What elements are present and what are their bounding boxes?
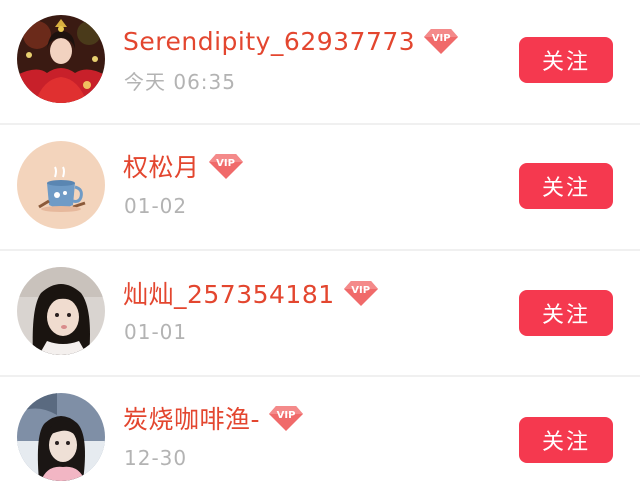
follower-list: Serendipity_62937773 VIP 今天 06:35 关注 权松月… (0, 0, 640, 494)
avatar[interactable] (17, 141, 105, 229)
follow-time: 12-30 (124, 446, 188, 470)
name-line: 炭烧咖啡渔- VIP (123, 400, 304, 436)
user-name[interactable]: 炭烧咖啡渔- (123, 400, 260, 436)
name-line: 灿灿_257354181 VIP (123, 275, 379, 311)
vip-badge-label: VIP (216, 158, 235, 169)
follow-button[interactable]: 关注 (519, 37, 613, 83)
user-name[interactable]: 灿灿_257354181 (123, 275, 335, 311)
follow-button[interactable]: 关注 (519, 163, 613, 209)
list-item[interactable]: Serendipity_62937773 VIP 今天 06:35 关注 (0, 0, 640, 124)
vip-badge: VIP (423, 26, 459, 56)
follow-time: 01-02 (124, 194, 188, 218)
vip-badge: VIP (208, 151, 244, 181)
follow-time: 今天 06:35 (124, 70, 236, 94)
list-item[interactable]: 炭烧咖啡渔- VIP 12-30 关注 (0, 376, 640, 494)
list-item[interactable]: 灿灿_257354181 VIP 01-01 关注 (0, 250, 640, 376)
user-name[interactable]: Serendipity_62937773 (123, 27, 415, 56)
user-name[interactable]: 权松月 (123, 148, 200, 184)
vip-badge-label: VIP (431, 33, 451, 44)
follow-time: 01-01 (124, 320, 188, 344)
list-item[interactable]: 权松月 VIP 01-02 关注 (0, 124, 640, 250)
vip-badge-label: VIP (276, 410, 296, 421)
avatar[interactable] (17, 393, 105, 481)
follow-button[interactable]: 关注 (519, 290, 613, 336)
name-line: Serendipity_62937773 VIP (123, 23, 459, 59)
follow-button[interactable]: 关注 (519, 417, 613, 463)
vip-badge: VIP (343, 278, 379, 308)
name-line: 权松月 VIP (123, 148, 244, 184)
avatar[interactable] (17, 267, 105, 355)
avatar[interactable] (17, 15, 105, 103)
vip-badge: VIP (268, 403, 304, 433)
vip-badge-label: VIP (351, 285, 371, 296)
